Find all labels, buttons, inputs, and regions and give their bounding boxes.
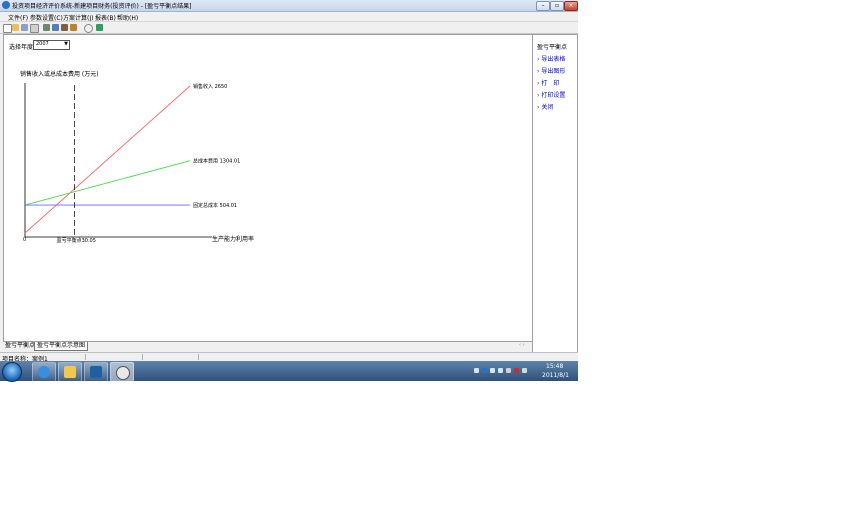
series-line-1 bbox=[24, 160, 191, 206]
series-layer bbox=[24, 85, 191, 234]
breakeven-label: 盈亏平衡点30.05 bbox=[57, 237, 96, 244]
panel-title: 盈亏平衡点 bbox=[537, 44, 568, 51]
close-link[interactable]: › 关闭 bbox=[537, 102, 553, 111]
tab-breakeven-chart[interactable]: 盈亏平衡点示意图 bbox=[34, 342, 88, 351]
toolbar bbox=[0, 21, 578, 34]
taskbar-explorer[interactable] bbox=[58, 362, 82, 382]
status-separator bbox=[198, 354, 199, 360]
right-panel: 盈亏平衡点 › 导出表格 › 导出图形 › 打 印 › 打印设置 › 关闭 bbox=[532, 34, 578, 353]
help-icon[interactable] bbox=[490, 368, 495, 373]
export-chart-label: 导出图形 bbox=[541, 68, 566, 75]
sheet-tab-bar: 盈亏平衡点 盈亏平衡点示意图 ‹ › bbox=[3, 341, 531, 351]
close-button[interactable]: × bbox=[564, 1, 578, 11]
main-window: 投资项目经济评价系统-新建项目财务(投资评价) - [盈亏平衡点结果] – ▫ … bbox=[0, 0, 578, 382]
new-file-icon[interactable] bbox=[3, 24, 12, 33]
taskbar-media[interactable] bbox=[84, 362, 108, 382]
app-icon bbox=[2, 1, 10, 9]
folder-icon bbox=[64, 366, 76, 378]
status-bar: 项目名称：案例1 bbox=[0, 352, 578, 363]
chart-icon[interactable] bbox=[70, 24, 77, 31]
network-icon[interactable] bbox=[506, 368, 511, 373]
keyboard-icon[interactable] bbox=[474, 368, 479, 373]
status-separator bbox=[142, 354, 143, 360]
series-line-0 bbox=[24, 85, 191, 234]
window-title: 投资项目经济评价系统-新建项目财务(投资评价) - [盈亏平衡点结果] bbox=[12, 3, 192, 10]
breakeven-chart: 销售收入或总成本费用 (万元) 0 生产能力利用率 盈亏平衡点30.05 销售收… bbox=[20, 70, 254, 244]
taskbar-ie[interactable] bbox=[32, 362, 56, 382]
print-link[interactable]: › 打 印 bbox=[537, 78, 559, 87]
taskbar-app[interactable] bbox=[110, 362, 134, 382]
chart-area: 选择年度 2007 ▼ 销售收入或总成本费用 (万元) 0 生产能力利用率 盈亏… bbox=[3, 34, 533, 342]
open-folder-icon[interactable] bbox=[12, 24, 19, 31]
series-label-2: 固定总成本 504.01 bbox=[193, 202, 237, 209]
table-icon[interactable] bbox=[52, 24, 59, 31]
status-separator bbox=[85, 354, 86, 360]
app-taskbar-icon bbox=[116, 366, 130, 380]
security-icon[interactable] bbox=[514, 368, 519, 373]
export-table-link[interactable]: › 导出表格 bbox=[537, 54, 565, 63]
print-settings-label: 打印设置 bbox=[541, 92, 566, 99]
grid-icon[interactable] bbox=[43, 24, 50, 31]
volume-icon[interactable] bbox=[522, 368, 527, 373]
export-table-label: 导出表格 bbox=[541, 56, 566, 63]
menu-bar: 文件(F) 参数设置(C) 方案计算(J) 报表(B) 帮助(H) bbox=[0, 12, 578, 22]
y-axis-label: 销售收入或总成本费用 (万元) bbox=[20, 70, 99, 78]
media-icon bbox=[90, 366, 102, 378]
restore-button[interactable]: ▫ bbox=[550, 1, 564, 11]
ie-icon bbox=[38, 366, 50, 378]
tab-scroll-arrows[interactable]: ‹ › bbox=[519, 342, 525, 348]
print-icon[interactable] bbox=[61, 24, 68, 31]
export-chart-link[interactable]: › 导出图形 bbox=[537, 66, 565, 75]
flag-icon[interactable] bbox=[498, 368, 503, 373]
print-label: 打 印 bbox=[541, 80, 560, 87]
save-icon[interactable] bbox=[21, 24, 28, 31]
x-axis-label: 生产能力利用率 bbox=[212, 235, 254, 243]
title-bar: 投资项目经济评价系统-新建项目财务(投资评价) - [盈亏平衡点结果] – ▫ … bbox=[0, 0, 578, 12]
document-icon[interactable] bbox=[30, 24, 39, 33]
tab-breakeven[interactable]: 盈亏平衡点 bbox=[3, 342, 36, 350]
series-label-1: 总成本费用 1304.01 bbox=[193, 158, 240, 165]
clock-time[interactable]: 15:48 bbox=[546, 363, 563, 370]
close-label: 关闭 bbox=[541, 104, 554, 111]
system-tray: 15:48 2011/8/1 bbox=[466, 362, 576, 380]
series-label-0: 销售收入 2650 bbox=[193, 83, 227, 90]
start-button[interactable] bbox=[2, 362, 22, 382]
clock-date[interactable]: 2011/8/1 bbox=[542, 372, 569, 379]
x-origin-label: 0 bbox=[23, 237, 26, 243]
refresh-icon[interactable] bbox=[84, 24, 93, 33]
lang-icon[interactable] bbox=[482, 368, 487, 373]
taskbar: 15:48 2011/8/1 bbox=[0, 361, 578, 382]
exit-icon[interactable] bbox=[96, 24, 103, 31]
label-layer: 销售收入 2650 总成本费用 1304.01 固定总成本 504.01 bbox=[193, 83, 240, 209]
print-settings-link[interactable]: › 打印设置 bbox=[537, 90, 565, 99]
minimize-button[interactable]: – bbox=[536, 1, 550, 11]
